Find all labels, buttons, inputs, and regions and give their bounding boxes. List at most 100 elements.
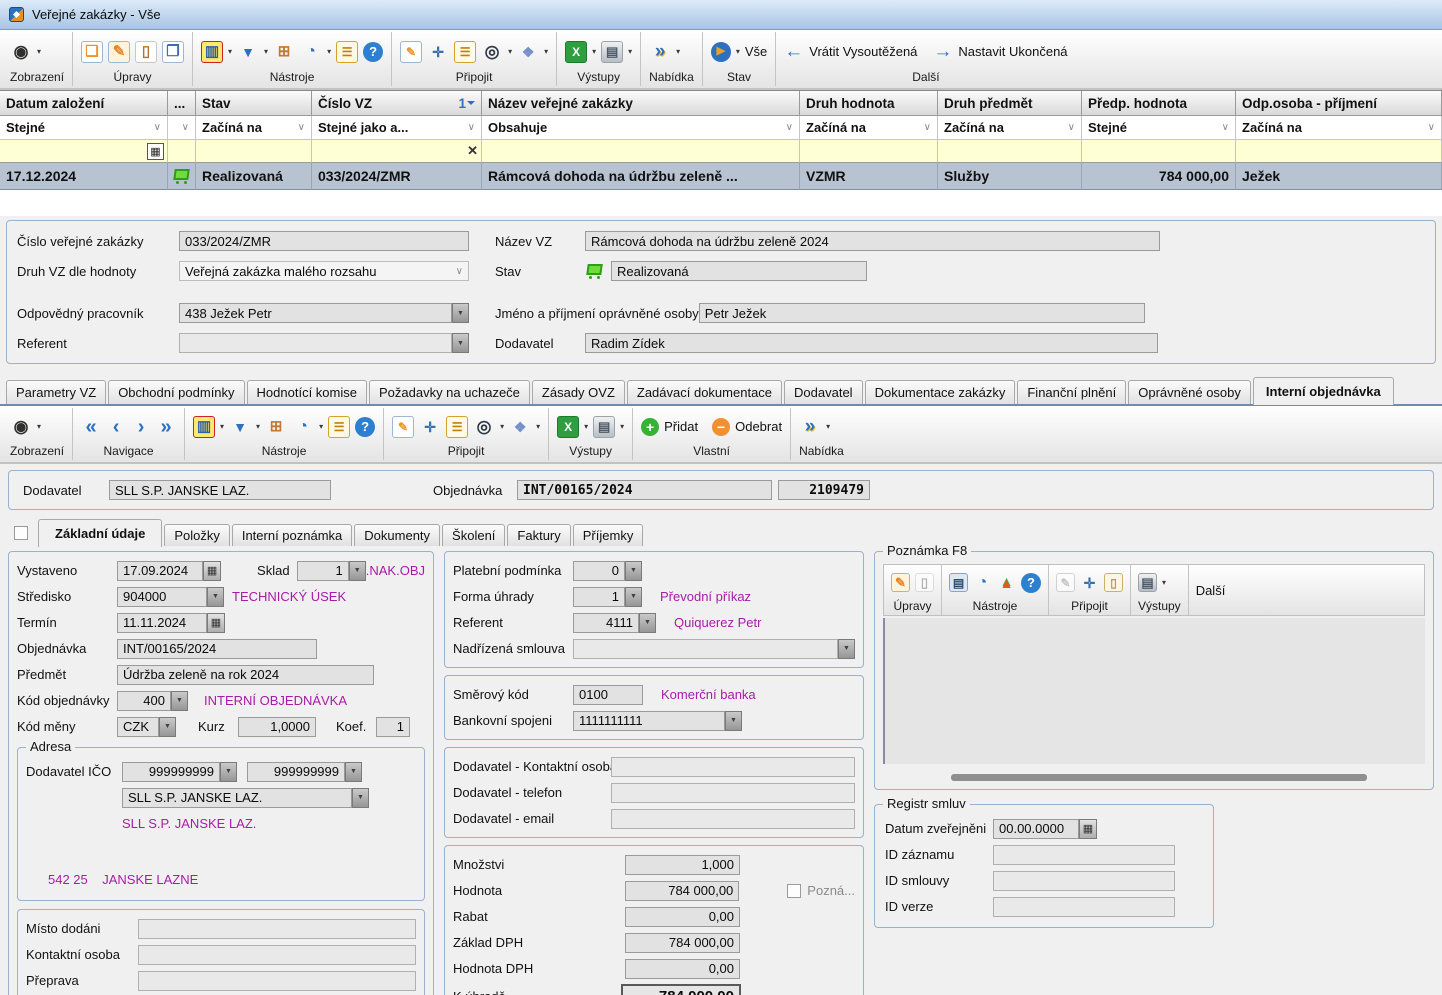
tab-interni-objednavka[interactable]: Interní objednávka	[1253, 377, 1394, 405]
caret-icon[interactable]: ▾	[37, 422, 41, 431]
smerovy-kod-input[interactable]: 0100	[573, 685, 643, 705]
kod-objednavky-input[interactable]: 400	[117, 691, 171, 711]
column-header-druh-predmet[interactable]: Druh předmět	[938, 91, 1082, 116]
rabat-input[interactable]: 0,00	[625, 907, 740, 927]
lookup-button[interactable]: ▼	[452, 333, 469, 353]
history-icon[interactable]: ◔	[292, 416, 314, 438]
dodavatel-email-input[interactable]	[611, 809, 855, 829]
tab-hodnotici-komise[interactable]: Hodnotící komise	[247, 380, 367, 404]
settings-icon[interactable]: ☰	[328, 416, 350, 438]
filter-operator-nazev[interactable]: Obsahuje∨	[482, 116, 800, 140]
nastavit-ukoncena-button[interactable]: → Nastavit Ukončená	[933, 41, 1067, 63]
zaklad-dph-input[interactable]: 784 000,00	[625, 933, 740, 953]
nadrizena-smlouva-input[interactable]	[573, 639, 838, 659]
filter-input-datum[interactable]: ▦	[0, 140, 168, 163]
pridat-button[interactable]: + Přidat	[641, 418, 698, 436]
preprava-input[interactable]	[138, 971, 416, 991]
pin-icon[interactable]: ✛	[427, 41, 449, 63]
lookup-button[interactable]: ▼	[639, 613, 656, 633]
stav-input[interactable]: Realizovaná	[611, 261, 867, 281]
termin-input[interactable]: 11.11.2024	[117, 613, 207, 633]
filter-operator-druh-hodnota[interactable]: Začíná na∨	[800, 116, 938, 140]
pyramid-icon[interactable]: ▲	[997, 573, 1016, 592]
caret-icon[interactable]: ▾	[264, 47, 268, 56]
history-icon[interactable]: ◔	[300, 41, 322, 63]
help-icon[interactable]: ?	[363, 42, 383, 62]
columns-setup-icon[interactable]: ▥	[193, 416, 215, 438]
row-cell-odp-osoba[interactable]: Ježek	[1236, 163, 1442, 190]
ico2-input[interactable]: 999999999	[247, 762, 345, 782]
caret-icon[interactable]: ▾	[544, 47, 548, 56]
id-verze-input[interactable]	[993, 897, 1175, 917]
vystaveno-input[interactable]: 17.09.2024	[117, 561, 203, 581]
caret-icon[interactable]: ▾	[1162, 578, 1166, 587]
dodavatel-kontaktni-osoba-input[interactable]	[611, 757, 855, 777]
predmet-input[interactable]: Údržba zeleně na rok 2024	[117, 665, 374, 685]
filter-input-nazev[interactable]	[482, 140, 800, 163]
column-header-predp-hodnota[interactable]: Předp. hodnota	[1082, 91, 1236, 116]
column-header-druh-hodnota[interactable]: Druh hodnota	[800, 91, 938, 116]
checklist-icon[interactable]: ☰	[446, 416, 468, 438]
filter-input-odp-osoba[interactable]	[1236, 140, 1442, 163]
media-icon[interactable]: ◎	[473, 416, 495, 438]
caret-icon[interactable]: ▾	[584, 422, 588, 431]
workflow-icon[interactable]: ❖	[517, 41, 539, 63]
print-icon[interactable]: ▤	[1138, 573, 1157, 592]
help-icon[interactable]: ?	[1021, 573, 1041, 593]
lookup-button[interactable]: ▼	[838, 639, 855, 659]
caret-icon[interactable]: ▾	[628, 47, 632, 56]
subtab-faktury[interactable]: Faktury	[507, 524, 570, 546]
filter-icon[interactable]: ▼	[237, 41, 259, 63]
sum-icon[interactable]: ⊞	[265, 416, 287, 438]
row-cell-predp-hodnota[interactable]: 784 000,00	[1082, 163, 1236, 190]
tab-zadavaci-dokumentace[interactable]: Zadávací dokumentace	[627, 380, 782, 404]
lookup-button[interactable]: ▼	[349, 561, 366, 581]
tab-dokumentace-zakazky[interactable]: Dokumentace zakázky	[865, 380, 1016, 404]
cislo-vz-input[interactable]: 033/2024/ZMR	[179, 231, 469, 251]
caret-icon[interactable]: ▾	[228, 47, 232, 56]
row-cell-cislo[interactable]: 033/2024/ZMR	[312, 163, 482, 190]
row-cell-status-icon[interactable]	[168, 163, 196, 190]
caret-icon[interactable]: ▾	[37, 47, 41, 56]
last-record-icon[interactable]: »	[156, 416, 176, 438]
note-scrollbar[interactable]	[951, 774, 1367, 781]
lookup-button[interactable]: ▼	[345, 762, 362, 782]
calendar-icon[interactable]: ▦	[203, 561, 221, 581]
filter-operator-stav[interactable]: Začíná na∨	[196, 116, 312, 140]
state-icon[interactable]: ▶	[711, 42, 731, 62]
subtab-dokumenty[interactable]: Dokumenty	[354, 524, 440, 546]
print-icon[interactable]: ▤	[601, 41, 623, 63]
checklist-icon[interactable]: ☰	[454, 41, 476, 63]
menu-chevrons-icon[interactable]: »	[649, 41, 671, 63]
row-cell-datum[interactable]: 17.12.2024	[0, 163, 168, 190]
view-icon[interactable]: ◉	[10, 41, 32, 63]
caret-icon[interactable]: ▾	[327, 47, 331, 56]
lookup-button[interactable]: ▼	[625, 587, 642, 607]
excel-export-icon[interactable]: X	[557, 416, 579, 438]
filter-input-cislo[interactable]: ✕	[312, 140, 482, 163]
kod-meny-input[interactable]: CZK	[117, 717, 159, 737]
caret-icon[interactable]: ▾	[592, 47, 596, 56]
pin-icon[interactable]: ✛	[1080, 573, 1099, 592]
column-header-icon[interactable]: ...	[168, 91, 196, 116]
lookup-button[interactable]: ▼	[171, 691, 188, 711]
clear-filter-icon[interactable]: ✕	[467, 143, 478, 159]
datum-zverejneni-input[interactable]: 00.00.0000	[993, 819, 1079, 839]
column-header-odp-osoba[interactable]: Odp.osoba - příjmení	[1236, 91, 1442, 116]
lookup-button[interactable]: ▼	[352, 788, 369, 808]
sklad-input[interactable]: 1	[297, 561, 349, 581]
filter-input-stav[interactable]	[196, 140, 312, 163]
filter-operator-odp-osoba[interactable]: Začíná na∨	[1236, 116, 1442, 140]
tab-obchodni-podminky[interactable]: Obchodní podmínky	[108, 380, 244, 404]
scroll-icon[interactable]: ▯	[1104, 573, 1123, 592]
note-icon[interactable]: ✎	[392, 416, 414, 438]
edit-note-icon[interactable]: ✎	[891, 573, 910, 592]
caret-icon[interactable]: ▾	[620, 422, 624, 431]
note-icon[interactable]: ✎	[400, 41, 422, 63]
tab-pozadavky-na-uchazece[interactable]: Požadavky na uchazeče	[369, 380, 530, 404]
hodnota-dph-input[interactable]: 0,00	[625, 959, 740, 979]
ico-input[interactable]: 999999999	[122, 762, 220, 782]
hodnota-input[interactable]: 784 000,00	[625, 881, 739, 901]
subtab-prijemky[interactable]: Příjemky	[573, 524, 644, 546]
caret-icon[interactable]: ▾	[826, 422, 830, 431]
